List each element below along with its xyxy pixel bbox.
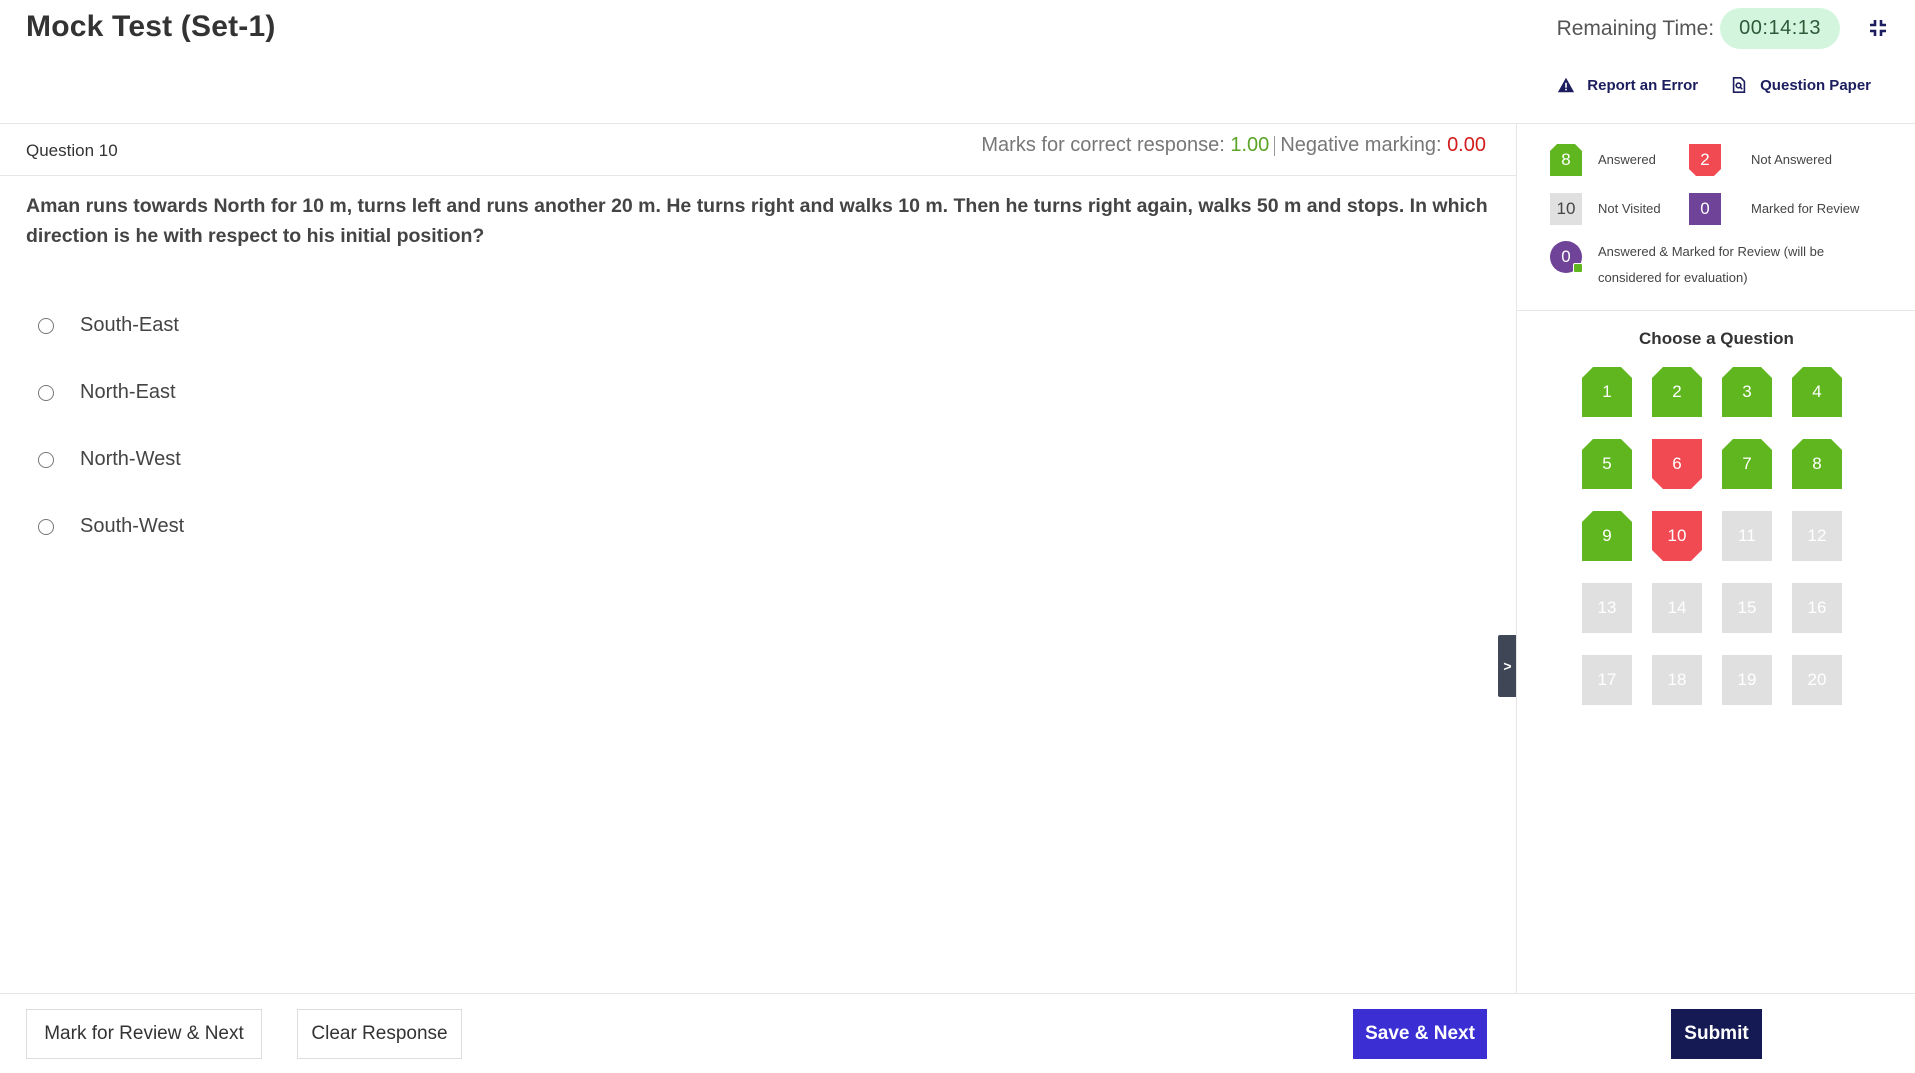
- legend-label: Not Visited: [1598, 201, 1661, 216]
- marks-label: Marks for correct response:: [981, 134, 1225, 156]
- marks-info: Marks for correct response: 1.00 Negative…: [981, 134, 1486, 157]
- question-paper-link[interactable]: Question Paper: [1730, 76, 1871, 94]
- legend-label-line-1: Answered & Marked for Review (will be: [1598, 244, 1825, 259]
- radio-button[interactable]: [38, 451, 54, 468]
- option-3[interactable]: North-West: [38, 426, 184, 493]
- legend-label: Not Answered: [1751, 152, 1832, 167]
- answered-marked-count: 0: [1561, 247, 1571, 266]
- timer-container: Remaining Time: 00:14:13: [1557, 8, 1840, 49]
- option-label: South-West: [80, 515, 185, 537]
- question-button-18[interactable]: 18: [1652, 655, 1702, 705]
- question-button-14[interactable]: 14: [1652, 583, 1702, 633]
- question-text: Aman runs towards North for 10 m, turns …: [26, 195, 1488, 247]
- page-title: Mock Test (Set-1): [26, 10, 276, 43]
- option-label: North-East: [80, 381, 176, 403]
- answered-badge: 8: [1550, 144, 1582, 176]
- header: Mock Test (Set-1) Remaining Time: 00:14:…: [0, 0, 1915, 124]
- question-button-2[interactable]: 2: [1652, 367, 1702, 417]
- legend-label: Answered & Marked for Review (will be co…: [1598, 239, 1824, 291]
- legend-answered: 8 Answered: [1550, 144, 1656, 176]
- clear-response-button[interactable]: Clear Response: [297, 1009, 462, 1059]
- not-answered-badge: 2: [1689, 144, 1721, 176]
- question-button-16[interactable]: 16: [1792, 583, 1842, 633]
- option-1[interactable]: South-East: [38, 292, 184, 359]
- option-label: North-West: [80, 448, 181, 470]
- legend-marked-review: 0 Marked for Review: [1689, 193, 1859, 225]
- radio-button[interactable]: [38, 317, 54, 334]
- question-button-17[interactable]: 17: [1582, 655, 1632, 705]
- option-label: South-East: [80, 314, 179, 336]
- question-button-10[interactable]: 10: [1652, 511, 1702, 561]
- question-button-7[interactable]: 7: [1722, 439, 1772, 489]
- mark-review-next-button[interactable]: Mark for Review & Next: [26, 1009, 262, 1059]
- question-button-19[interactable]: 19: [1722, 655, 1772, 705]
- question-palette-panel: 8 Answered 2 Not Answered 10 Not Visited…: [1516, 124, 1915, 993]
- legend-label: Marked for Review: [1751, 201, 1860, 216]
- option-2[interactable]: North-East: [38, 359, 184, 426]
- question-number: Question 10: [26, 141, 118, 160]
- question-button-6[interactable]: 6: [1652, 439, 1702, 489]
- marked-review-badge: 0: [1689, 193, 1721, 225]
- radio-button[interactable]: [38, 518, 54, 535]
- negative-label: Negative marking:: [1280, 134, 1442, 156]
- question-button-11[interactable]: 11: [1722, 511, 1772, 561]
- collapse-icon[interactable]: [1866, 16, 1890, 40]
- question-bar: Question 10 Marks for correct response: …: [0, 124, 1516, 176]
- marks-value: 1.00: [1230, 134, 1270, 156]
- question-button-8[interactable]: 8: [1792, 439, 1842, 489]
- not-visited-badge: 10: [1550, 193, 1582, 225]
- document-search-icon: [1732, 76, 1746, 94]
- timer-label: Remaining Time:: [1556, 16, 1715, 40]
- header-links: Report an Error Question Paper: [1557, 76, 1871, 94]
- legend-not-visited: 10 Not Visited: [1550, 193, 1661, 225]
- option-4[interactable]: South-West: [38, 493, 184, 560]
- legend-label-line-2: considered for evaluation): [1598, 270, 1748, 285]
- negative-value: 0.00: [1447, 134, 1486, 156]
- question-button-1[interactable]: 1: [1582, 367, 1632, 417]
- footer-bar: Mark for Review & Next Clear Response Sa…: [0, 993, 1915, 1073]
- report-error-label: Report an Error: [1587, 76, 1699, 94]
- legend-not-answered: 2 Not Answered: [1689, 144, 1832, 176]
- question-button-4[interactable]: 4: [1792, 367, 1842, 417]
- question-button-9[interactable]: 9: [1582, 511, 1632, 561]
- question-button-20[interactable]: 20: [1792, 655, 1842, 705]
- question-button-13[interactable]: 13: [1582, 583, 1632, 633]
- answered-marked-badge: 0: [1550, 241, 1583, 273]
- question-button-12[interactable]: 12: [1792, 511, 1842, 561]
- status-legend: 8 Answered 2 Not Answered 10 Not Visited…: [1517, 124, 1915, 311]
- legend-answered-marked: 0 Answered & Marked for Review (will be …: [1550, 239, 1824, 291]
- answered-dot-icon: [1573, 263, 1583, 273]
- question-button-3[interactable]: 3: [1722, 367, 1772, 417]
- submit-button[interactable]: Submit: [1671, 1009, 1762, 1059]
- palette-title: Choose a Question: [1639, 329, 1794, 348]
- question-button-15[interactable]: 15: [1722, 583, 1772, 633]
- radio-button[interactable]: [38, 384, 54, 401]
- marks-divider: [1274, 135, 1276, 156]
- panel-toggle-button[interactable]: >: [1498, 635, 1517, 697]
- timer-badge: 00:14:13: [1720, 8, 1840, 49]
- question-panel: Question 10 Marks for correct response: …: [0, 124, 1516, 993]
- question-button-5[interactable]: 5: [1582, 439, 1632, 489]
- report-error-link[interactable]: Report an Error: [1557, 76, 1698, 94]
- save-next-button[interactable]: Save & Next: [1353, 1009, 1487, 1059]
- question-grid: 1 2 3 4 5 6 7 8 9 10 11 12 13 14 15 16 17 18 19 20: [1582, 367, 1842, 705]
- warning-icon: [1558, 77, 1575, 93]
- question-paper-label: Question Paper: [1760, 76, 1871, 94]
- options-list: South-East North-East North-West South-W…: [38, 292, 184, 560]
- legend-label: Answered: [1598, 152, 1656, 167]
